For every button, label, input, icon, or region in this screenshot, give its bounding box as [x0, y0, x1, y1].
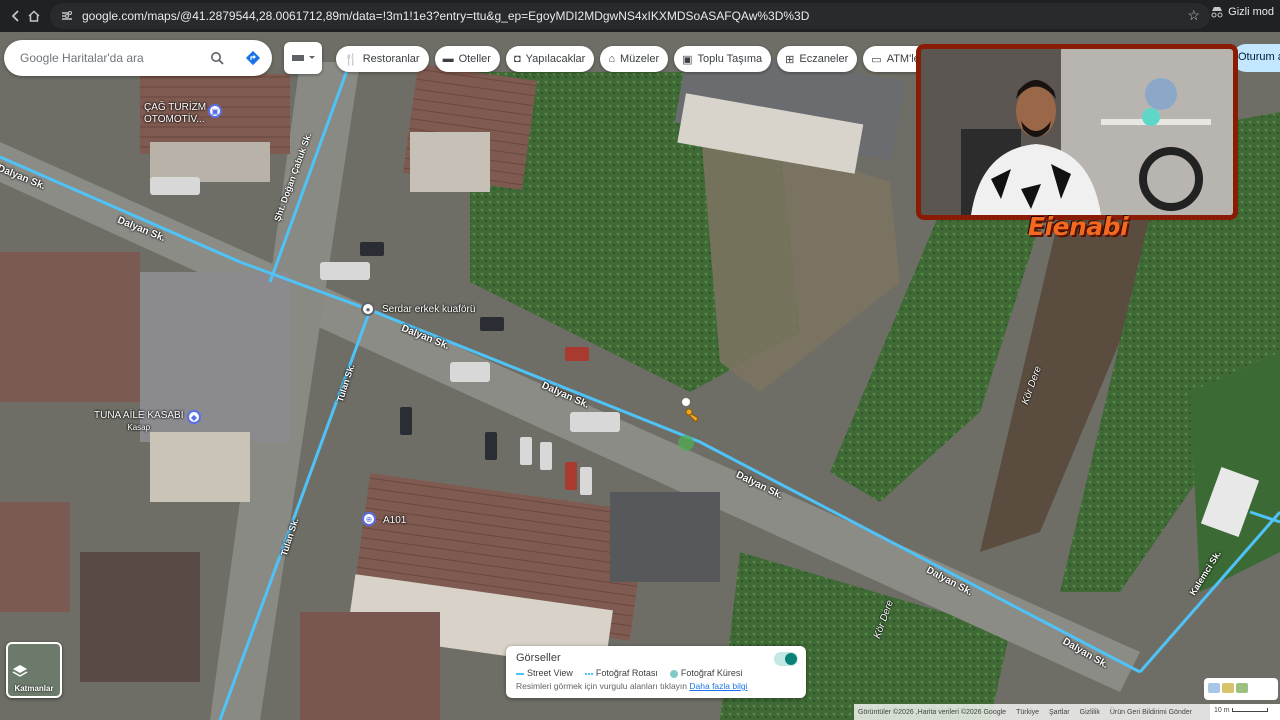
chip-things-to-do[interactable]: ◘ Yapılacaklar [505, 46, 595, 72]
atm-icon: ▭ [871, 53, 882, 66]
place-label[interactable]: TUNA AİLE KASABI Kasap [94, 410, 183, 434]
profile-label: Gizli mod [1228, 6, 1274, 18]
shop-icon[interactable]: ◆ [187, 410, 201, 424]
bed-icon: ▬ [442, 53, 454, 65]
search-icon[interactable] [208, 49, 226, 67]
chevron-down-icon [308, 56, 315, 59]
shopping-cart-icon[interactable]: ⊕ [362, 512, 376, 526]
footer-link[interactable]: Ürün Geri Bildirimi Gönder [1110, 709, 1192, 716]
learn-more-link[interactable]: Daha fazla bilgi [689, 681, 747, 691]
place-name: ÇAĞ TURİZM [144, 102, 207, 113]
place-label[interactable]: ÇAĞ TURİZM OTOMOTİV... [144, 102, 206, 126]
map-layer-toggle[interactable] [284, 42, 322, 74]
legend-photo-sphere: Fotoğraf Küresi [669, 668, 742, 678]
incognito-icon [1211, 7, 1223, 18]
place-name: TUNA AİLE KASABI [94, 410, 184, 421]
chip-label: Yapılacaklar [525, 53, 586, 65]
layers-button[interactable]: Katmanlar [6, 642, 62, 698]
layers-icon [12, 665, 28, 677]
webcam-overlay [916, 44, 1238, 220]
browser-toolbar: google.com/maps/@41.2879544,28.0061712,8… [0, 0, 1280, 32]
chip-museums[interactable]: ⌂ Müzeler [600, 46, 669, 72]
scale-label: 10 m [1214, 707, 1230, 714]
chip-label: Eczaneler [799, 53, 849, 65]
bus-icon: ▣ [682, 53, 693, 66]
imagery-panel: Görseller Street View Fotoğraf Rotası Fo… [506, 646, 806, 698]
incognito-badge[interactable]: Gizli mod [1210, 6, 1274, 18]
directions-icon[interactable] [244, 49, 262, 67]
chip-transit[interactable]: ▣ Toplu Taşıma [674, 46, 772, 72]
footer-link[interactable]: Gizlilik [1080, 709, 1100, 716]
layers-label: Katmanlar [14, 684, 54, 693]
minimap-thumbnails[interactable] [1204, 678, 1278, 700]
imagery-title: Görseller [516, 652, 561, 664]
chip-hotels[interactable]: ▬ Oteller [434, 46, 500, 72]
site-info-icon[interactable] [60, 9, 74, 23]
attribution-text: Görüntüler ©2026 ,Harita verileri ©2026 … [858, 708, 1007, 716]
bus-stop-icon[interactable]: ▣ [208, 104, 222, 118]
chip-pharmacies[interactable]: ⊞ Eczaneler [777, 46, 858, 72]
imagery-note: Resimleri görmek için vurgulu alanları t… [516, 681, 748, 691]
star-icon[interactable]: ☆ [1187, 7, 1200, 24]
pharmacy-icon: ⊞ [785, 53, 795, 66]
chip-restaurants[interactable]: 🍴 Restoranlar [336, 46, 429, 72]
search-placeholder: Google Haritalar'da ara [20, 51, 144, 65]
streamer-logo: Eienabi [1027, 211, 1129, 241]
legend-street-view: Street View [516, 668, 573, 678]
layers-icon [291, 55, 304, 61]
home-icon[interactable] [20, 2, 48, 30]
chip-label: Restoranlar [362, 53, 420, 65]
chip-label: Toplu Taşıma [697, 53, 763, 65]
museum-icon: ⌂ [608, 53, 615, 65]
scale-bar[interactable]: 10 m [1210, 704, 1280, 720]
fork-knife-icon: 🍴 [344, 53, 358, 66]
screen: google.com/maps/@41.2879544,28.0061712,8… [0, 0, 1280, 720]
legend-photo-route: Fotoğraf Rotası [584, 668, 658, 678]
imagery-legend: Street View Fotoğraf Rotası Fotoğraf Kür… [516, 668, 796, 678]
footer-link[interactable]: Şartlar [1049, 709, 1070, 716]
footer-link[interactable]: Türkiye [1016, 709, 1039, 716]
place-label[interactable]: Serdar erkek kuaförü [382, 304, 475, 315]
pegman-icon[interactable] [684, 408, 704, 430]
search-box[interactable]: Google Haritalar'da ara [4, 40, 272, 76]
map-canvas[interactable]: Google Haritalar'da ara 🍴 Restoranlar ▬ Ot… [0, 32, 1280, 720]
place-category: Kasap [127, 423, 151, 432]
webcam-person-image [921, 49, 1233, 215]
place-label[interactable]: A101 [383, 515, 406, 526]
address-bar[interactable]: google.com/maps/@41.2879544,28.0061712,8… [50, 3, 1210, 29]
imagery-toggle[interactable] [774, 652, 798, 666]
pin-icon[interactable]: ● [361, 302, 375, 316]
camera-icon: ◘ [513, 53, 521, 65]
signin-button[interactable]: Oturum a [1232, 44, 1280, 72]
place-name: OTOMOTİV... [144, 114, 205, 125]
chip-label: Müzeler [620, 53, 660, 65]
category-chips: 🍴 Restoranlar ▬ Oteller ◘ Yapılacaklar ⌂ Müz… [336, 46, 933, 72]
map-footer: Görüntüler ©2026 ,Harita verileri ©2026 … [854, 704, 1280, 720]
chip-label: Oteller [458, 53, 491, 65]
url-text: google.com/maps/@41.2879544,28.0061712,8… [82, 9, 810, 23]
